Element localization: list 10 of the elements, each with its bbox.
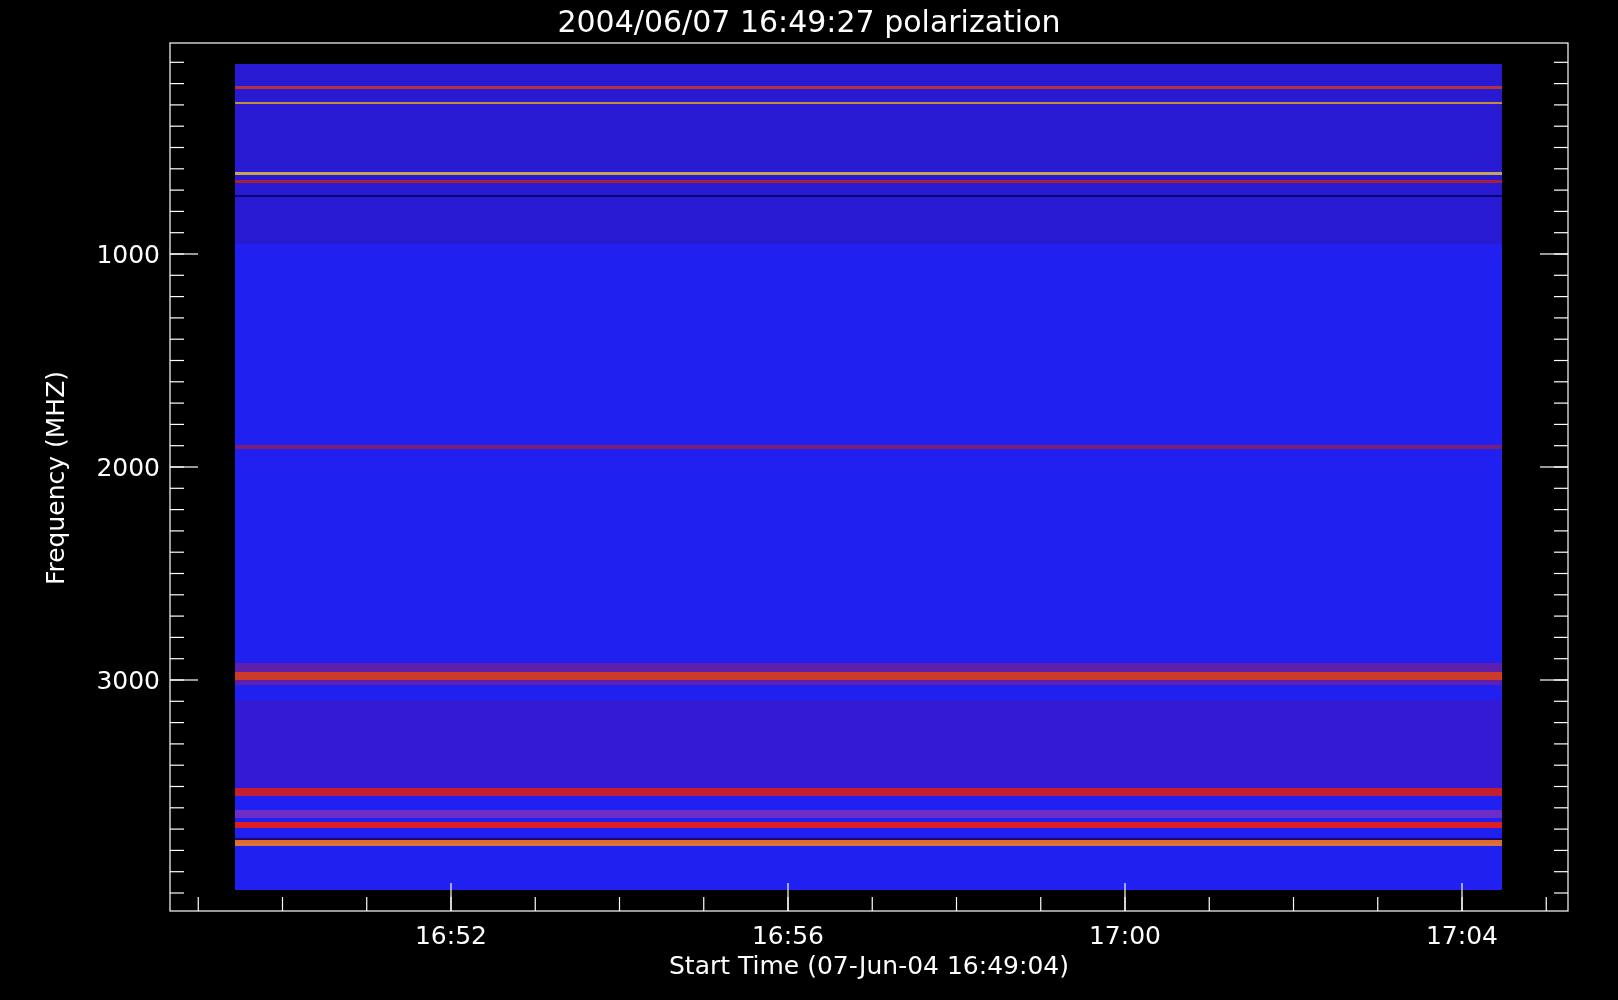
x-tick-label: 16:52 xyxy=(415,921,487,950)
x-tick-label: 16:56 xyxy=(752,921,824,950)
y-tick-label: 3000 xyxy=(96,666,160,695)
x-tick-label: 17:04 xyxy=(1426,921,1498,950)
y-tick-label: 2000 xyxy=(96,453,160,482)
x-axis-label: Start Time (07-Jun-04 16:49:04) xyxy=(669,951,1069,980)
y-axis-label: Frequency (MHZ) xyxy=(41,370,70,586)
x-tick-label: 17:00 xyxy=(1089,921,1161,950)
y-tick-label: 1000 xyxy=(96,240,160,269)
chart-title: 2004/06/07 16:49:27 polarization xyxy=(557,4,1061,39)
